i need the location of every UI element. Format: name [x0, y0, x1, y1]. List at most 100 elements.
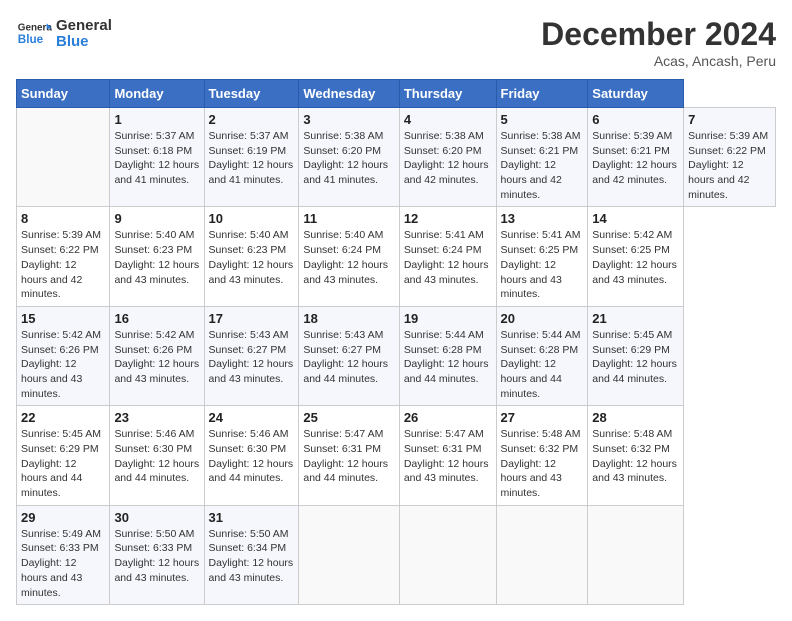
calendar-cell: 7 Sunrise: 5:39 AM Sunset: 6:22 PM Daylig… — [684, 108, 776, 207]
day-info: Sunrise: 5:41 AM Sunset: 6:24 PM Dayligh… — [404, 228, 492, 287]
day-number: 8 — [21, 211, 105, 226]
calendar-cell: 4 Sunrise: 5:38 AM Sunset: 6:20 PM Daylig… — [399, 108, 496, 207]
month-title: December 2024 — [541, 16, 776, 53]
calendar-cell: 11 Sunrise: 5:40 AM Sunset: 6:24 PM Dayli… — [299, 207, 399, 306]
day-number: 23 — [114, 410, 199, 425]
day-number: 29 — [21, 510, 105, 525]
calendar-cell: 13Sunrise: 5:41 AM Sunset: 6:25 PM Dayli… — [496, 207, 588, 306]
day-info: Sunrise: 5:48 AM Sunset: 6:32 PM Dayligh… — [501, 427, 584, 500]
day-number: 20 — [501, 311, 584, 326]
day-info: Sunrise: 5:44 AM Sunset: 6:28 PM Dayligh… — [501, 328, 584, 401]
calendar-cell: 16Sunrise: 5:42 AM Sunset: 6:26 PM Dayli… — [110, 306, 204, 405]
col-header-friday: Friday — [496, 80, 588, 108]
logo: General Blue General Blue — [16, 16, 112, 52]
day-number: 2 — [209, 112, 295, 127]
calendar-cell: 20 Sunrise: 5:44 AM Sunset: 6:28 PM Dayli… — [496, 306, 588, 405]
day-info: Sunrise: 5:40 AM Sunset: 6:23 PM Dayligh… — [114, 228, 199, 287]
col-header-thursday: Thursday — [399, 80, 496, 108]
col-header-wednesday: Wednesday — [299, 80, 399, 108]
day-info: Sunrise: 5:40 AM Sunset: 6:23 PM Dayligh… — [209, 228, 295, 287]
day-number: 16 — [114, 311, 199, 326]
calendar-cell — [588, 505, 684, 604]
day-number: 21 — [592, 311, 679, 326]
calendar-cell: 5Sunrise: 5:38 AM Sunset: 6:21 PM Daylig… — [496, 108, 588, 207]
day-info: Sunrise: 5:38 AM Sunset: 6:20 PM Dayligh… — [303, 129, 394, 188]
day-number: 31 — [209, 510, 295, 525]
day-info: Sunrise: 5:42 AM Sunset: 6:25 PM Dayligh… — [592, 228, 679, 287]
title-area: December 2024 Acas, Ancash, Peru — [541, 16, 776, 69]
calendar-cell: 28 Sunrise: 5:48 AM Sunset: 6:32 PM Dayli… — [588, 406, 684, 505]
day-number: 1 — [114, 112, 199, 127]
day-info: Sunrise: 5:37 AM Sunset: 6:18 PM Dayligh… — [114, 129, 199, 188]
calendar-cell: 6Sunrise: 5:39 AM Sunset: 6:21 PM Daylig… — [588, 108, 684, 207]
day-info: Sunrise: 5:39 AM Sunset: 6:22 PM Dayligh… — [21, 228, 105, 301]
day-number: 12 — [404, 211, 492, 226]
day-info: Sunrise: 5:38 AM Sunset: 6:20 PM Dayligh… — [404, 129, 492, 188]
day-info: Sunrise: 5:48 AM Sunset: 6:32 PM Dayligh… — [592, 427, 679, 486]
day-number: 3 — [303, 112, 394, 127]
day-number: 7 — [688, 112, 771, 127]
day-info: Sunrise: 5:50 AM Sunset: 6:33 PM Dayligh… — [114, 527, 199, 586]
calendar-header-row: SundayMondayTuesdayWednesdayThursdayFrid… — [17, 80, 776, 108]
calendar-cell: 26 Sunrise: 5:47 AM Sunset: 6:31 PM Dayli… — [399, 406, 496, 505]
day-number: 27 — [501, 410, 584, 425]
col-header-saturday: Saturday — [588, 80, 684, 108]
col-header-tuesday: Tuesday — [204, 80, 299, 108]
day-info: Sunrise: 5:41 AM Sunset: 6:25 PM Dayligh… — [501, 228, 584, 301]
col-header-sunday: Sunday — [17, 80, 110, 108]
calendar-cell: 21 Sunrise: 5:45 AM Sunset: 6:29 PM Dayli… — [588, 306, 684, 405]
calendar-cell: 25 Sunrise: 5:47 AM Sunset: 6:31 PM Dayli… — [299, 406, 399, 505]
day-number: 17 — [209, 311, 295, 326]
calendar-cell: 23Sunrise: 5:46 AM Sunset: 6:30 PM Dayli… — [110, 406, 204, 505]
day-info: Sunrise: 5:43 AM Sunset: 6:27 PM Dayligh… — [209, 328, 295, 387]
calendar-week-row: 22 Sunrise: 5:45 AM Sunset: 6:29 PM Dayli… — [17, 406, 776, 505]
logo-icon: General Blue — [16, 16, 52, 52]
day-info: Sunrise: 5:39 AM Sunset: 6:21 PM Dayligh… — [592, 129, 679, 188]
day-info: Sunrise: 5:39 AM Sunset: 6:22 PM Dayligh… — [688, 129, 771, 202]
calendar-cell: 14Sunrise: 5:42 AM Sunset: 6:25 PM Dayli… — [588, 207, 684, 306]
day-number: 5 — [501, 112, 584, 127]
day-info: Sunrise: 5:47 AM Sunset: 6:31 PM Dayligh… — [404, 427, 492, 486]
day-info: Sunrise: 5:42 AM Sunset: 6:26 PM Dayligh… — [21, 328, 105, 401]
day-info: Sunrise: 5:50 AM Sunset: 6:34 PM Dayligh… — [209, 527, 295, 586]
calendar-week-row: 15 Sunrise: 5:42 AM Sunset: 6:26 PM Dayli… — [17, 306, 776, 405]
calendar-cell: 10Sunrise: 5:40 AM Sunset: 6:23 PM Dayli… — [204, 207, 299, 306]
calendar-cell: 29 Sunrise: 5:49 AM Sunset: 6:33 PM Dayli… — [17, 505, 110, 604]
location-subtitle: Acas, Ancash, Peru — [541, 53, 776, 69]
day-info: Sunrise: 5:46 AM Sunset: 6:30 PM Dayligh… — [209, 427, 295, 486]
day-number: 11 — [303, 211, 394, 226]
day-info: Sunrise: 5:43 AM Sunset: 6:27 PM Dayligh… — [303, 328, 394, 387]
day-number: 25 — [303, 410, 394, 425]
calendar-table: SundayMondayTuesdayWednesdayThursdayFrid… — [16, 79, 776, 605]
day-number: 26 — [404, 410, 492, 425]
day-info: Sunrise: 5:44 AM Sunset: 6:28 PM Dayligh… — [404, 328, 492, 387]
calendar-cell: 8 Sunrise: 5:39 AM Sunset: 6:22 PM Daylig… — [17, 207, 110, 306]
calendar-cell: 12 Sunrise: 5:41 AM Sunset: 6:24 PM Dayli… — [399, 207, 496, 306]
day-info: Sunrise: 5:49 AM Sunset: 6:33 PM Dayligh… — [21, 527, 105, 600]
day-info: Sunrise: 5:40 AM Sunset: 6:24 PM Dayligh… — [303, 228, 394, 287]
calendar-cell — [299, 505, 399, 604]
day-info: Sunrise: 5:37 AM Sunset: 6:19 PM Dayligh… — [209, 129, 295, 188]
day-number: 28 — [592, 410, 679, 425]
day-number: 9 — [114, 211, 199, 226]
day-number: 30 — [114, 510, 199, 525]
day-number: 22 — [21, 410, 105, 425]
day-info: Sunrise: 5:47 AM Sunset: 6:31 PM Dayligh… — [303, 427, 394, 486]
calendar-week-row: 8 Sunrise: 5:39 AM Sunset: 6:22 PM Daylig… — [17, 207, 776, 306]
calendar-cell: 17 Sunrise: 5:43 AM Sunset: 6:27 PM Dayli… — [204, 306, 299, 405]
day-info: Sunrise: 5:45 AM Sunset: 6:29 PM Dayligh… — [592, 328, 679, 387]
day-number: 24 — [209, 410, 295, 425]
header: General Blue General Blue December 2024 … — [16, 16, 776, 69]
calendar-cell: 3 Sunrise: 5:38 AM Sunset: 6:20 PM Daylig… — [299, 108, 399, 207]
calendar-cell — [17, 108, 110, 207]
day-number: 15 — [21, 311, 105, 326]
calendar-cell: 24 Sunrise: 5:46 AM Sunset: 6:30 PM Dayli… — [204, 406, 299, 505]
day-number: 4 — [404, 112, 492, 127]
day-info: Sunrise: 5:45 AM Sunset: 6:29 PM Dayligh… — [21, 427, 105, 500]
svg-text:Blue: Blue — [18, 33, 44, 46]
calendar-week-row: 29 Sunrise: 5:49 AM Sunset: 6:33 PM Dayli… — [17, 505, 776, 604]
calendar-cell: 15 Sunrise: 5:42 AM Sunset: 6:26 PM Dayli… — [17, 306, 110, 405]
logo-blue: Blue — [56, 34, 112, 51]
calendar-cell — [399, 505, 496, 604]
calendar-cell: 27 Sunrise: 5:48 AM Sunset: 6:32 PM Dayli… — [496, 406, 588, 505]
